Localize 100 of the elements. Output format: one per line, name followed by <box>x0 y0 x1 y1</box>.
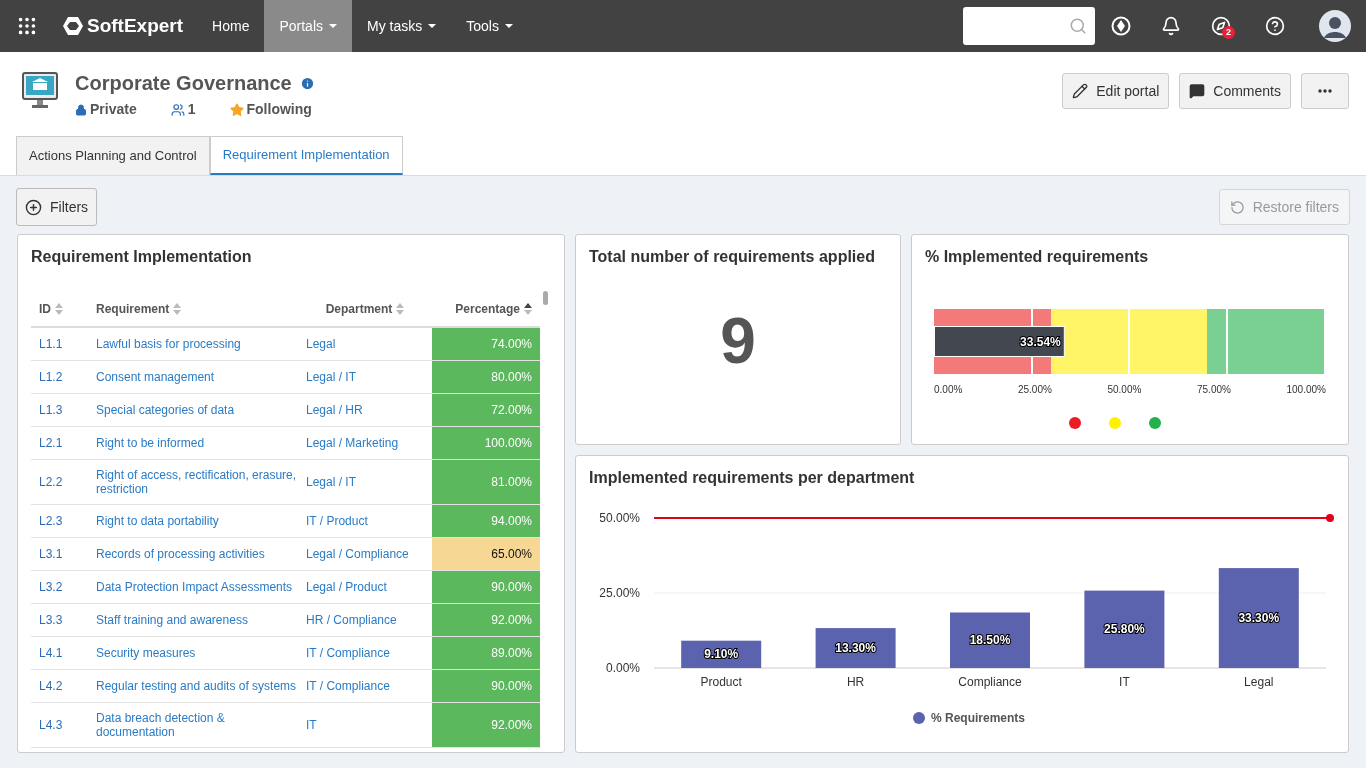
table-cell[interactable]: Records of processing activities <box>88 537 298 571</box>
table-cell[interactable]: Right to data portability <box>88 504 298 538</box>
notification-badge: 2 <box>1222 26 1235 39</box>
member-count: 1 <box>187 100 196 119</box>
tab[interactable]: Actions Planning and Control <box>16 136 210 175</box>
sort-icon[interactable] <box>524 303 532 316</box>
table-cell[interactable]: Consent management <box>88 360 298 394</box>
caret-icon <box>504 24 513 28</box>
table-cell[interactable]: L3.2 <box>31 570 88 604</box>
table-cell[interactable]: Legal / Compliance <box>298 537 432 571</box>
more-icon <box>1318 89 1332 93</box>
axis-label: Legal <box>1244 675 1274 689</box>
total-value: 9 <box>719 304 757 379</box>
lock-icon <box>75 103 87 116</box>
column-header[interactable]: Percentage <box>432 291 540 327</box>
following-label: Following <box>246 100 312 119</box>
table-cell[interactable]: Data breach detection & documentation <box>88 702 298 748</box>
table-cell[interactable]: L1.3 <box>31 393 88 427</box>
table-cell[interactable]: L3.1 <box>31 537 88 571</box>
plus-circle-icon <box>25 198 42 216</box>
table-cell[interactable]: IT / Product <box>298 504 432 538</box>
axis-label: 0.00% <box>934 383 963 397</box>
axis-label: Product <box>700 675 742 689</box>
table-cell[interactable]: L2.1 <box>31 426 88 460</box>
comments-button[interactable]: Comments <box>1179 73 1291 109</box>
table-cell: 81.00% <box>432 459 540 505</box>
table-cell[interactable]: L4.2 <box>31 669 88 703</box>
table-cell[interactable]: L4.1 <box>31 636 88 670</box>
axis-label: 75.00% <box>1197 383 1231 397</box>
table-cell[interactable]: L3.3 <box>31 603 88 637</box>
column-header[interactable]: Requirement <box>88 291 298 327</box>
table-cell: 74.00% <box>432 327 540 361</box>
table-cell: 90.00% <box>432 570 540 604</box>
column-header[interactable]: Department <box>298 291 432 327</box>
brand-name: SoftExpert <box>87 13 184 38</box>
table-cell[interactable]: L1.2 <box>31 360 88 394</box>
legend-label: % Requirements <box>931 711 1026 725</box>
restore-icon <box>1229 199 1245 215</box>
members-icon <box>170 102 185 117</box>
nav-tab[interactable]: My tasks <box>352 0 452 52</box>
table-cell[interactable]: Right to be informed <box>88 426 298 460</box>
table-cell: 92.00% <box>432 603 540 637</box>
axis-label: 50.00% <box>599 511 640 525</box>
table-cell[interactable]: Legal / HR <box>298 393 432 427</box>
table-cell[interactable]: Security measures <box>88 636 298 670</box>
nav-tab[interactable]: Home <box>197 0 265 52</box>
nav-tab[interactable]: Portals <box>264 0 352 52</box>
axis-label: Compliance <box>958 675 1022 689</box>
filters-button[interactable]: Filters <box>16 188 98 226</box>
table-cell[interactable]: L2.2 <box>31 459 88 505</box>
comment-icon <box>1189 83 1206 99</box>
table-cell[interactable]: HR / Compliance <box>298 603 432 637</box>
axis-label: 0.00% <box>605 661 640 675</box>
info-icon[interactable] <box>299 75 315 91</box>
nav-tab[interactable]: Tools <box>451 0 528 52</box>
table-cell[interactable]: Staff training and awareness <box>88 603 298 637</box>
help-icon[interactable] <box>1265 16 1285 36</box>
table-cell[interactable]: Lawful basis for processing <box>88 327 298 361</box>
caret-icon <box>329 24 337 28</box>
bar-value-label: 33.30% <box>1238 611 1280 626</box>
privacy-label: Private <box>90 100 137 119</box>
more-button[interactable] <box>1301 73 1349 109</box>
table-cell[interactable]: IT / Compliance <box>298 669 432 703</box>
card-title: Total number of requirements applied <box>588 247 876 267</box>
scrollbar-thumb[interactable] <box>543 291 548 305</box>
table-cell[interactable]: Legal <box>298 327 432 361</box>
table-cell[interactable]: Special categories of data <box>88 393 298 427</box>
table-cell[interactable]: IT / Compliance <box>298 636 432 670</box>
axis-label: HR <box>846 675 865 689</box>
card-title: Requirement Implementation <box>30 247 253 267</box>
diamond-circle-icon[interactable] <box>1111 16 1131 36</box>
search-field[interactable] <box>963 7 1095 45</box>
compass-icon[interactable] <box>1211 16 1231 36</box>
table-cell[interactable]: Data Protection Impact Assessments <box>88 570 298 604</box>
apps-menu-icon[interactable] <box>16 15 38 37</box>
table-cell[interactable]: Legal / IT <box>298 459 432 505</box>
table-cell[interactable]: IT <box>298 702 432 748</box>
table-cell: 89.00% <box>432 636 540 670</box>
tab[interactable]: Requirement Implementation <box>209 136 403 175</box>
caret-icon <box>428 24 437 28</box>
table-cell[interactable]: L2.3 <box>31 504 88 538</box>
table-cell: 94.00% <box>432 504 540 538</box>
notifications-icon[interactable] <box>1161 16 1181 36</box>
table-cell[interactable]: Right of access, rectification, erasure, restriction <box>88 459 298 505</box>
axis-label: 25.00% <box>599 586 640 600</box>
table-cell[interactable]: Regular testing and audits of systems <box>88 669 298 703</box>
monitor-bank-icon <box>22 72 58 110</box>
portal-title: Corporate Governance <box>75 71 292 96</box>
table-cell[interactable]: Legal / Marketing <box>298 426 432 460</box>
avatar[interactable] <box>1319 10 1351 42</box>
card-title: % Implemented requirements <box>924 247 1150 267</box>
table-cell[interactable]: Legal / Product <box>298 570 432 604</box>
table-cell[interactable]: Legal / IT <box>298 360 432 394</box>
edit-portal-button[interactable]: Edit portal <box>1062 73 1170 109</box>
table-cell: 100.00% <box>432 426 540 460</box>
table-cell[interactable]: L4.3 <box>31 702 88 748</box>
bar-value-label: 25.80% <box>1104 622 1145 637</box>
table-cell[interactable]: L1.1 <box>31 327 88 361</box>
table-cell: 65.00% <box>432 537 540 571</box>
column-header[interactable]: ID <box>31 291 88 327</box>
